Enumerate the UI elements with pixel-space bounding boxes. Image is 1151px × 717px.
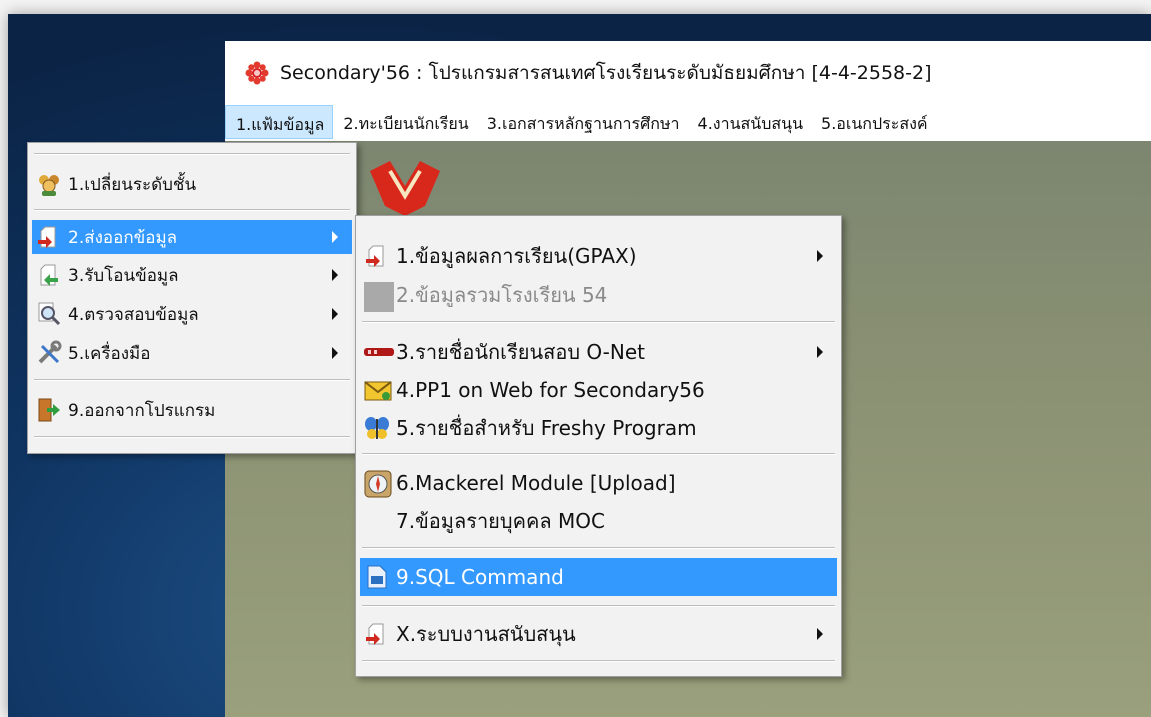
- file-menu: 1.เปลี่ยนระดับชั้น 2.ส่งออกข้อมูล 3.รับโ…: [27, 142, 357, 454]
- submenu-arrow-icon: [332, 231, 338, 243]
- submenu-arrow-icon: [817, 628, 823, 640]
- disabled-placeholder-icon: [364, 282, 394, 312]
- app-logo-icon: [245, 61, 269, 85]
- tools-icon: [36, 340, 62, 366]
- magnifier-icon: [36, 301, 62, 327]
- menu-item-mackerel-module[interactable]: 6.Mackerel Module [Upload]: [360, 464, 837, 502]
- menu-item-label: 6.Mackerel Module [Upload]: [396, 471, 676, 495]
- menu-separator: [362, 605, 835, 607]
- menu-item-individual-moc[interactable]: 7.ข้อมูลรายบุคคล MOC: [360, 502, 837, 540]
- title-bar: Secondary'56 : โปรแกรมสารสนเทศโรงเรียนระ…: [225, 41, 1151, 99]
- menu-separator: [362, 660, 835, 662]
- menu-item-label: 5.รายชื่อสำหรับ Freshy Program: [396, 416, 697, 440]
- export-arrow-icon: [364, 243, 390, 269]
- submenu-arrow-icon: [817, 250, 823, 262]
- menu-item-label: 9.ออกจากโปรแกรม: [68, 400, 216, 421]
- menu-separator: [362, 547, 835, 549]
- submenu-arrow-icon: [332, 269, 338, 281]
- menu-separator: [362, 321, 835, 323]
- red-key-icon: [364, 339, 394, 365]
- menu-item-import-data[interactable]: 3.รับโอนข้อมูล: [32, 258, 352, 292]
- menu-item-label: X.ระบบงานสนับสนุน: [396, 622, 576, 646]
- submenu-arrow-icon: [817, 346, 823, 358]
- window-title: Secondary'56 : โปรแกรมสารสนเทศโรงเรียนระ…: [280, 62, 932, 84]
- menu-item-label: 1.เปลี่ยนระดับชั้น: [68, 174, 197, 195]
- menu-item-gpax-results[interactable]: 1.ข้อมูลผลการเรียน(GPAX): [360, 236, 837, 276]
- export-arrow-icon: [36, 224, 62, 250]
- menubar-item-student-registry[interactable]: 2.ทะเบียนนักเรียน: [333, 105, 476, 139]
- menu-item-label: 7.ข้อมูลรายบุคคล MOC: [396, 509, 605, 533]
- menubar-item-support[interactable]: 4.งานสนับสนุน: [688, 105, 812, 139]
- exit-door-icon: [36, 397, 62, 423]
- menu-bar: 1.แฟ้มข้อมูล 2.ทะเบียนนักเรียน 3.เอกสารห…: [225, 105, 1151, 139]
- menu-separator: [34, 379, 350, 381]
- menu-item-label: 9.SQL Command: [396, 565, 564, 589]
- export-arrow-icon: [364, 621, 390, 647]
- menu-item-onet-students[interactable]: 3.รายชื่อนักเรียนสอบ O-Net: [360, 333, 837, 371]
- sql-document-icon: [364, 564, 390, 590]
- menu-item-check-data[interactable]: 4.ตรวจสอบข้อมูล: [32, 297, 352, 331]
- menu-item-label: 2.ส่งออกข้อมูล: [68, 227, 178, 248]
- menubar-item-misc[interactable]: 5.อเนกประสงค์: [811, 105, 936, 139]
- export-submenu: 1.ข้อมูลผลการเรียน(GPAX) 2.ข้อมูลรวมโรงเ…: [355, 215, 842, 677]
- menu-item-export-data[interactable]: 2.ส่งออกข้อมูล: [32, 220, 352, 254]
- menu-item-sql-command[interactable]: 9.SQL Command: [360, 558, 837, 596]
- menu-item-label: 4.ตรวจสอบข้อมูล: [68, 304, 199, 325]
- menu-item-pp1-on-web[interactable]: 4.PP1 on Web for Secondary56: [360, 371, 837, 409]
- menu-item-label: 1.ข้อมูลผลการเรียน(GPAX): [396, 244, 637, 268]
- envelope-icon: [364, 377, 392, 403]
- compass-icon: [364, 470, 392, 498]
- background-logo-icon: [370, 161, 440, 216]
- menu-item-freshy-program[interactable]: 5.รายชื่อสำหรับ Freshy Program: [360, 409, 837, 447]
- menu-item-label: 5.เครื่องมือ: [68, 343, 151, 364]
- menu-item-tools[interactable]: 5.เครื่องมือ: [32, 336, 352, 370]
- butterfly-icon: [364, 415, 390, 441]
- blank-icon-slot: [364, 508, 390, 534]
- menu-separator: [34, 209, 350, 211]
- menubar-item-academic-documents[interactable]: 3.เอกสารหลักฐานการศึกษา: [477, 105, 688, 139]
- people-icon: [36, 171, 62, 197]
- import-arrow-icon: [36, 262, 62, 288]
- menu-item-label: 2.ข้อมูลรวมโรงเรียน 54: [396, 283, 608, 307]
- submenu-arrow-icon: [332, 308, 338, 320]
- menubar-item-file[interactable]: 1.แฟ้มข้อมูล: [225, 105, 334, 139]
- submenu-arrow-icon: [332, 347, 338, 359]
- menu-item-label: 3.รับโอนข้อมูล: [68, 265, 179, 286]
- menu-item-label: 4.PP1 on Web for Secondary56: [396, 378, 705, 402]
- menu-separator: [34, 436, 350, 438]
- menu-item-support-system[interactable]: X.ระบบงานสนับสนุน: [360, 615, 837, 653]
- menu-item-label: 3.รายชื่อนักเรียนสอบ O-Net: [396, 340, 646, 364]
- menu-separator: [34, 153, 350, 155]
- menu-item-change-level[interactable]: 1.เปลี่ยนระดับชั้น: [32, 167, 352, 201]
- menu-item-exit-program[interactable]: 9.ออกจากโปรแกรม: [32, 393, 352, 427]
- menu-separator: [362, 453, 835, 455]
- menu-item-school-summary-54[interactable]: 2.ข้อมูลรวมโรงเรียน 54: [360, 276, 837, 314]
